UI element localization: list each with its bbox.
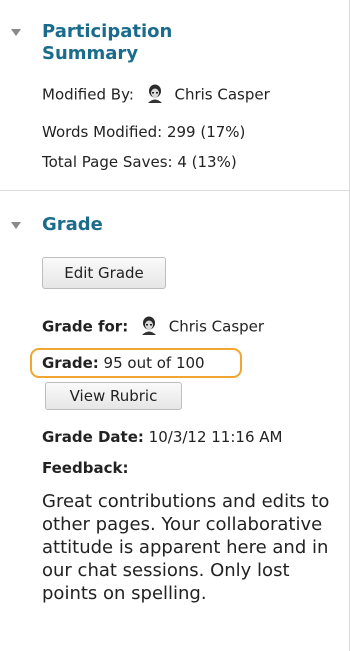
feedback-label: Feedback: (42, 459, 129, 477)
feedback-text: Great contributions and edits to other p… (42, 491, 330, 604)
modified-by-label: Modified By: (42, 85, 134, 104)
modified-by-name: Chris Casper (174, 85, 270, 104)
user-avatar-icon (144, 83, 165, 103)
grade-date-value: 10/3/12 11:16 AM (148, 428, 283, 446)
grade-value: 95 out of 100 (103, 354, 205, 372)
grade-side-panel: Participation Summary Modified By: Chris… (0, 0, 350, 651)
grade-for-label: Grade for: (42, 317, 129, 336)
grade-for-name: Chris Casper (168, 317, 265, 336)
edit-grade-button[interactable]: Edit Grade (42, 257, 166, 289)
grade-date-label: Grade Date: (42, 428, 144, 446)
grade-row: Grade: 95 out of 100 (42, 354, 205, 372)
grade-section-title[interactable]: Grade (42, 214, 103, 236)
grade-date-row: Grade Date: 10/3/12 11:16 AM (42, 428, 282, 446)
view-rubric-button[interactable]: View Rubric (45, 382, 182, 410)
collapse-triangle-icon[interactable] (11, 29, 21, 36)
total-page-saves: Total Page Saves: 4 (13%) (42, 153, 237, 171)
collapse-triangle-icon[interactable] (11, 222, 21, 229)
words-modified: Words Modified: 299 (17%) (42, 123, 246, 141)
participation-summary-title[interactable]: Participation Summary (42, 21, 202, 65)
section-divider (0, 190, 349, 191)
modified-by-row: Modified By: Chris Casper (42, 83, 270, 105)
grade-label: Grade: (42, 354, 99, 372)
user-avatar-icon (138, 315, 159, 335)
grade-for-row: Grade for: Chris Casper (42, 315, 265, 337)
